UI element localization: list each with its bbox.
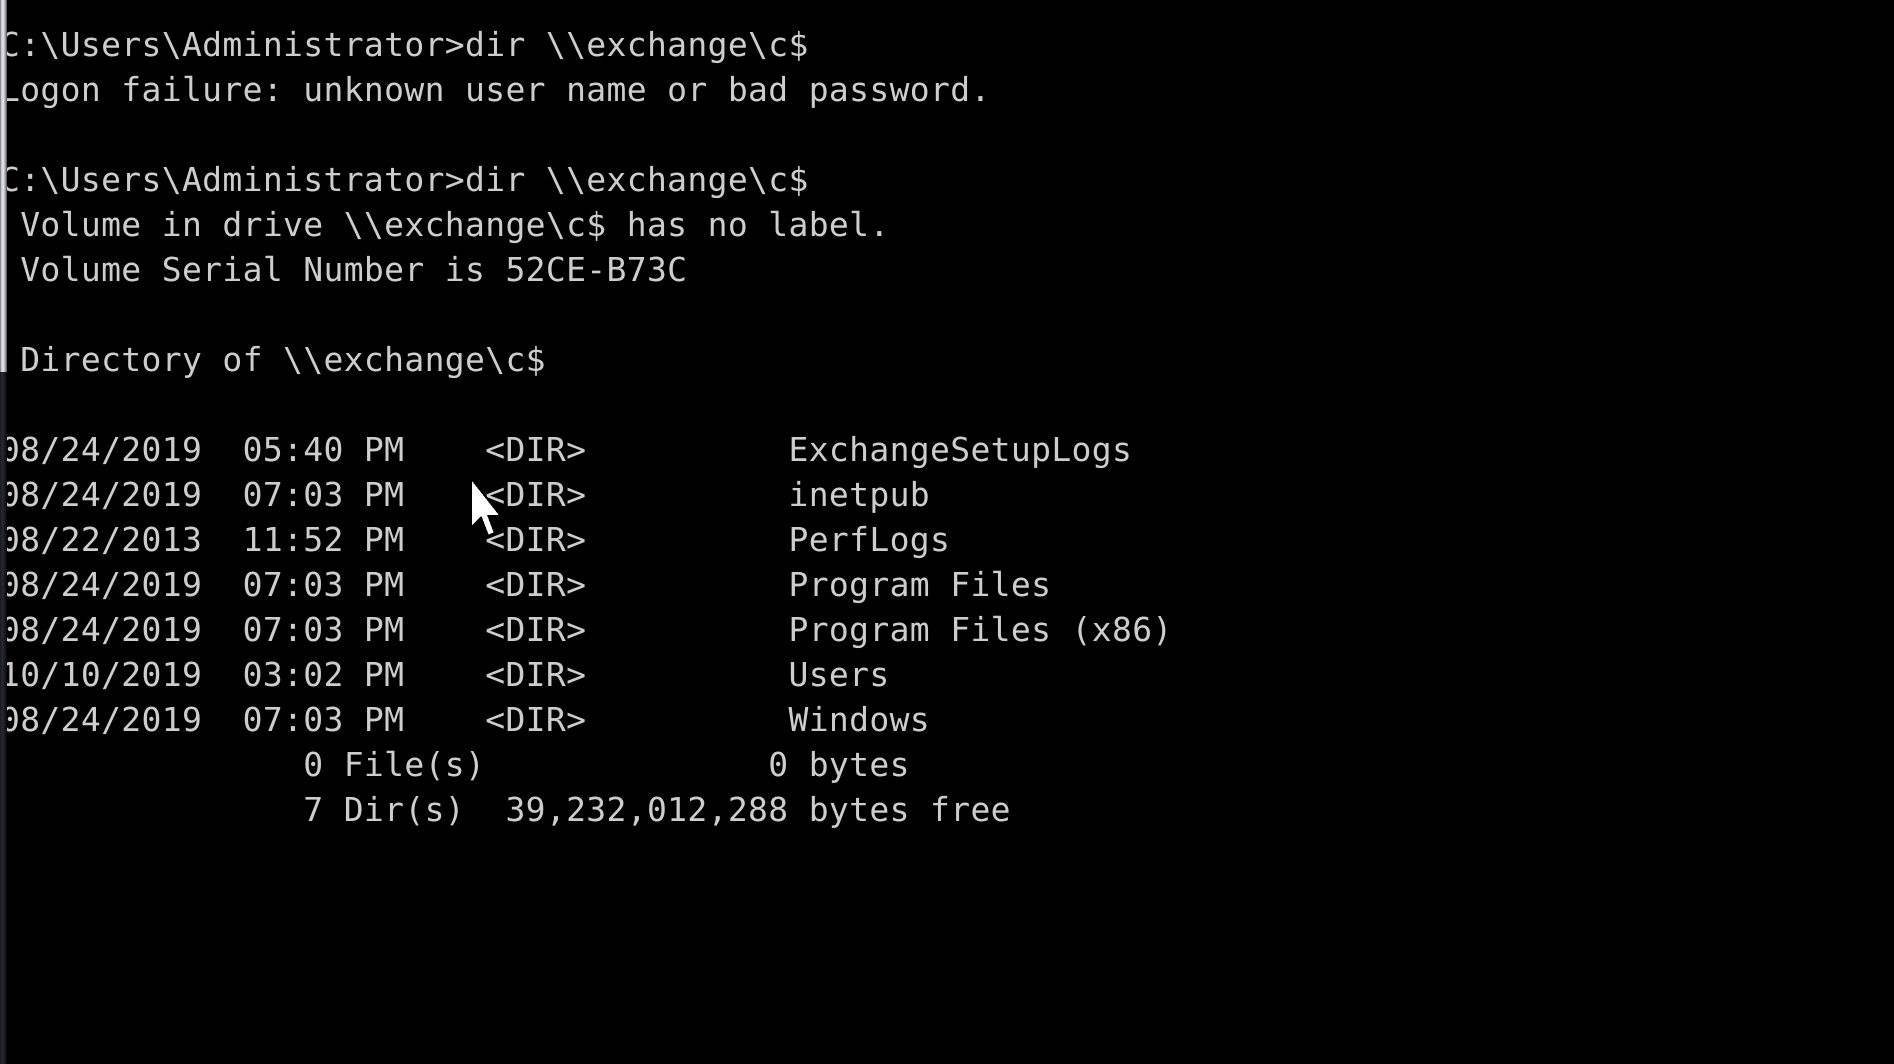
table-row-dir-entry: 10/10/2019 03:02 PM <DIR> Users	[0, 655, 890, 694]
command-prompt-window[interactable]: C:\Users\Administrator>dir \\exchange\c$…	[0, 0, 1894, 1064]
table-row-dir-entry: 08/24/2019 05:40 PM <DIR> ExchangeSetupL…	[0, 430, 1133, 469]
console-line-file-summary: 0 File(s) 0 bytes	[0, 745, 910, 784]
console-line-dir-summary: 7 Dir(s) 39,232,012,288 bytes free	[0, 790, 1011, 829]
console-line-directory-of: Directory of \\exchange\c$	[0, 340, 546, 379]
console-line-error: Logon failure: unknown user name or bad …	[0, 70, 991, 109]
scrollbar-thumb[interactable]	[0, 0, 7, 372]
table-row-dir-entry: 08/24/2019 07:03 PM <DIR> Windows	[0, 700, 931, 739]
table-row-dir-entry: 08/24/2019 07:03 PM <DIR> Program Files	[0, 565, 1052, 604]
console-line-volume: Volume in drive \\exchange\c$ has no lab…	[0, 205, 890, 244]
table-row-dir-entry: 08/24/2019 07:03 PM <DIR> inetpub	[0, 475, 931, 514]
console-line-serial: Volume Serial Number is 52CE-B73C	[0, 250, 688, 289]
table-row-dir-entry: 08/22/2013 11:52 PM <DIR> PerfLogs	[0, 520, 951, 559]
table-row-dir-entry: 08/24/2019 07:03 PM <DIR> Program Files …	[0, 610, 1173, 649]
vertical-scrollbar[interactable]	[0, 0, 7, 1064]
console-line-command-2: C:\Users\Administrator>dir \\exchange\c$	[0, 160, 809, 199]
console-output-area[interactable]: C:\Users\Administrator>dir \\exchange\c$…	[0, 0, 1894, 1064]
console-line-command-1: C:\Users\Administrator>dir \\exchange\c$	[0, 25, 809, 64]
